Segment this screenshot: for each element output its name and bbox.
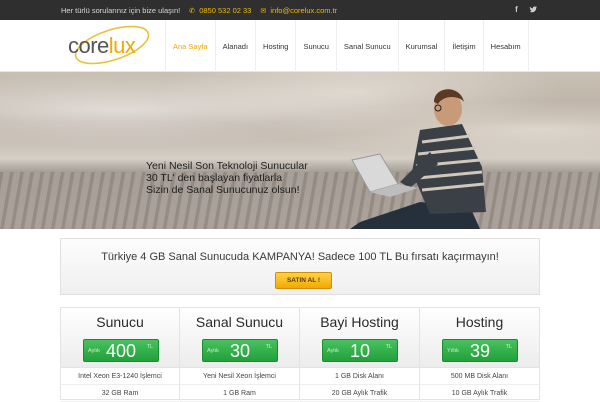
corelux-logo[interactable]: corelux [64,23,156,69]
contact-info: Her türlü sorularınız için bize ulaşın! … [61,6,337,15]
email-address: info@corelux.com.tr [270,6,338,15]
plan-feature: 32 GB Ram [61,385,179,402]
hero-line-3: Sizin de Sanal Sunucunuz olsun! [146,184,300,196]
phone-link[interactable]: ✆ 0850 532 02 33 [189,6,251,15]
plan-header: Sunucu Aylık 400 TL [61,308,179,368]
plan-card-reseller-hosting: Bayi Hosting Aylık 10 TL 1 GB Disk Alanı… [300,307,420,402]
nav-server[interactable]: Sunucu [295,20,335,72]
envelope-icon: ✉ [260,8,267,15]
campaign-banner: Türkiye 4 GB Sanal Sunucuda KAMPANYA! Sa… [60,238,540,295]
nav-account[interactable]: Hesabım [482,20,529,72]
nav-hosting[interactable]: Hosting [255,20,295,72]
plan-feature: 1 GB Disk Alanı [300,368,419,385]
plan-feature: 20 GB Aylık Trafik [300,385,419,402]
plan-header: Hosting Yıllık 39 TL [420,308,539,368]
plan-name: Sunucu [96,314,144,330]
phone-icon: ✆ [189,8,196,15]
plan-card-virtual-server: Sanal Sunucu Aylık 30 TL Yeni Nesil Xeon… [180,307,300,402]
site-header: corelux Ana Sayfa Alanadı Hosting Sunucu… [0,20,600,72]
main-navigation: Ana Sayfa Alanadı Hosting Sunucu Sanal S… [165,20,529,72]
hero-slider: Yeni Nesil Son Teknoloji Sunucular 30 TL… [0,72,600,229]
plan-price-button[interactable]: Yıllık 39 TL [442,339,518,362]
plan-name: Hosting [455,314,504,330]
plan-price-button[interactable]: Aylık 400 TL [83,339,159,362]
nav-home[interactable]: Ana Sayfa [165,20,215,72]
email-link[interactable]: ✉ info@corelux.com.tr [260,6,337,15]
plan-feature: Intel Xeon E3-1240 İşlemci [61,368,179,385]
svg-text:corelux: corelux [68,33,136,58]
buy-now-button[interactable]: SATIN AL ! [275,272,332,289]
twitter-icon[interactable] [529,5,538,14]
plan-feature: Yeni Nesil Xeon İşlemci [180,368,299,385]
price-currency: TL [505,344,512,350]
hero-person-illustration [350,89,486,229]
social-links: f [512,5,538,14]
pricing-table: Sunucu Aylık 400 TL Intel Xeon E3-1240 İ… [60,307,540,402]
facebook-icon[interactable]: f [512,5,521,14]
price-currency: TL [265,344,272,350]
plan-card-server: Sunucu Aylık 400 TL Intel Xeon E3-1240 İ… [60,307,180,402]
plan-price-button[interactable]: Aylık 10 TL [322,339,398,362]
plan-price-button[interactable]: Aylık 30 TL [202,339,278,362]
plan-feature: 500 MB Disk Alanı [420,368,539,385]
plan-header: Bayi Hosting Aylık 10 TL [300,308,419,368]
plan-header: Sanal Sunucu Aylık 30 TL [180,308,299,368]
price-currency: TL [385,344,392,350]
nav-domain[interactable]: Alanadı [214,20,255,72]
plan-card-hosting: Hosting Yıllık 39 TL 500 MB Disk Alanı 1… [420,307,540,402]
contact-text: Her türlü sorularınız için bize ulaşın! [61,6,181,15]
hero-line-1: Yeni Nesil Son Teknoloji Sunucular [146,160,308,172]
plan-feature: 10 GB Aylık Trafik [420,385,539,402]
nav-virtual-server[interactable]: Sanal Sunucu [335,20,398,72]
plan-name: Bayi Hosting [320,314,399,330]
nav-contact[interactable]: İletişim [444,20,482,72]
campaign-message: Türkiye 4 GB Sanal Sunucuda KAMPANYA! Sa… [101,251,499,263]
plan-feature: 1 GB Ram [180,385,299,402]
plan-name: Sanal Sunucu [195,314,284,330]
phone-number: 0850 532 02 33 [199,6,252,15]
hero-line-2: 30 TL' den başlayan fiyatlarla [146,172,283,184]
nav-corporate[interactable]: Kurumsal [397,20,445,72]
top-bar: Her türlü sorularınız için bize ulaşın! … [0,0,600,20]
hero-text: Yeni Nesil Son Teknoloji Sunucular 30 TL… [146,160,308,196]
price-currency: TL [146,344,153,350]
